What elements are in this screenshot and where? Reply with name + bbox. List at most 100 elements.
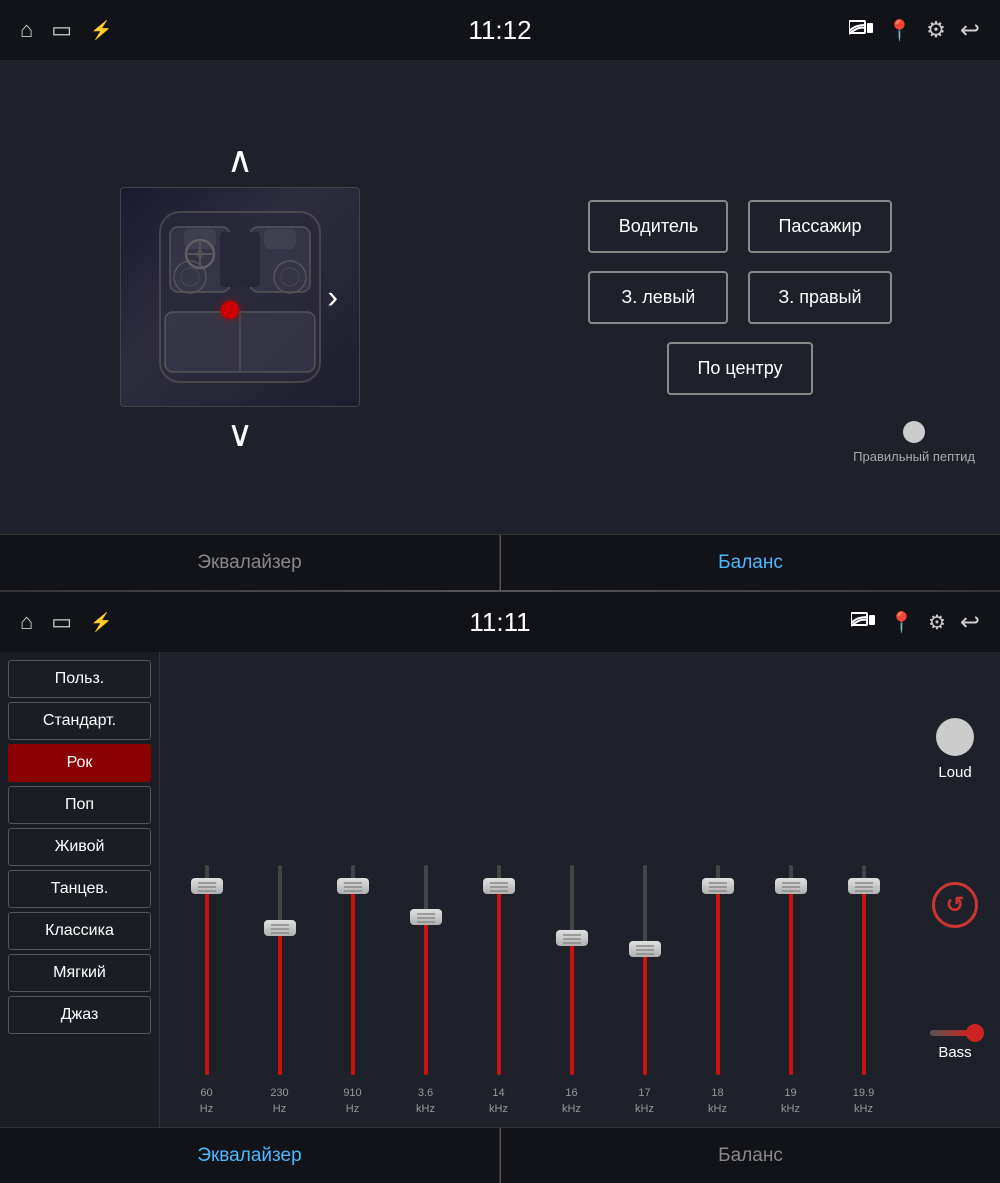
reset-button[interactable]: ↺ <box>932 882 978 928</box>
eq-label-8: 19kHz <box>771 1086 811 1117</box>
location-icon-bottom: 📍 <box>889 610 914 635</box>
preset-classic[interactable]: Классика <box>8 912 151 950</box>
cast-icon <box>849 17 873 43</box>
status-bar-bottom: ⌂ ▭ ⚡ 11:11 📍 ⚙ ↩ <box>0 592 1000 652</box>
screen-icon[interactable]: ▭ <box>51 17 72 43</box>
eq-label-5: 16kHz <box>552 1086 592 1117</box>
clock-bottom: 11:11 <box>469 607 530 638</box>
cast-icon-bottom <box>851 609 875 635</box>
eq-slider-wrap-3[interactable] <box>406 855 446 1075</box>
back-icon-bottom[interactable]: ↩ <box>960 608 980 637</box>
tab-equalizer-bottom[interactable]: Эквалайзер <box>0 1128 500 1183</box>
back-icon[interactable]: ↩ <box>960 16 980 45</box>
status-left-bottom: ⌂ ▭ ⚡ <box>20 609 113 635</box>
bass-thumb <box>966 1024 984 1042</box>
preset-rock[interactable]: Рок <box>8 744 151 782</box>
eq-labels: 60Hz 230Hz 910Hz 3.6kHz 14kHz 16kHz 17kHz 18kHz… <box>170 1080 900 1117</box>
eq-slider-wrap-8[interactable] <box>771 855 811 1075</box>
eq-content: Польз. Стандарт. Рок Поп Живой Танцев. Классик… <box>0 652 1000 1127</box>
info-dot <box>903 421 925 443</box>
eq-slider-wrap-7[interactable] <box>698 855 738 1075</box>
tab-bar-top: Эквалайзер Баланс <box>0 534 1000 590</box>
seats-svg <box>140 202 340 392</box>
eq-slider-wrap-9[interactable] <box>844 855 884 1075</box>
down-arrow[interactable]: ∨ <box>207 407 273 461</box>
preset-standard[interactable]: Стандарт. <box>8 702 151 740</box>
bluetooth-icon-bottom: ⚙ <box>928 610 946 635</box>
passenger-button[interactable]: Пассажир <box>748 200 891 253</box>
preset-pop[interactable]: Поп <box>8 786 151 824</box>
preset-soft[interactable]: Мягкий <box>8 954 151 992</box>
location-icon: 📍 <box>887 18 912 43</box>
preset-user[interactable]: Польз. <box>8 660 151 698</box>
eq-slider-wrap-5[interactable] <box>552 855 592 1075</box>
btn-row-2: З. левый З. правый <box>588 271 891 324</box>
eq-label-1: 230Hz <box>260 1086 300 1117</box>
eq-slider-wrap-2[interactable] <box>333 855 373 1075</box>
top-panel: ⌂ ▭ ⚡ 11:12 📍 ⚙ ↩ ∧ ‹ <box>0 0 1000 590</box>
center-button[interactable]: По центру <box>667 342 812 395</box>
slider-thumb-4[interactable] <box>483 878 515 894</box>
home-icon-bottom[interactable]: ⌂ <box>20 609 33 635</box>
tab-bar-bottom: Эквалайзер Баланс <box>0 1127 1000 1183</box>
slider-thumb-3[interactable] <box>410 909 442 925</box>
info-indicator: Правильный пептид <box>853 421 975 464</box>
eq-slider-wrap-1[interactable] <box>260 855 300 1075</box>
bluetooth-icon: ⚙ <box>926 17 946 43</box>
slider-thumb-1[interactable] <box>264 920 296 936</box>
eq-label-0: 60Hz <box>187 1086 227 1117</box>
bass-fill <box>930 1030 970 1036</box>
bottom-panel: ⌂ ▭ ⚡ 11:11 📍 ⚙ ↩ Польз. Стандарт. Рок Поп Ж… <box>0 592 1000 1183</box>
slider-thumb-6[interactable] <box>629 941 661 957</box>
eq-label-3: 3.6kHz <box>406 1086 446 1117</box>
eq-label-6: 17kHz <box>625 1086 665 1117</box>
btn-row-1: Водитель Пассажир <box>588 200 891 253</box>
rear-right-button[interactable]: З. правый <box>748 271 891 324</box>
preset-jazz[interactable]: Джаз <box>8 996 151 1034</box>
eq-label-9: 19.9kHz <box>844 1086 884 1117</box>
eq-sliders <box>170 672 900 1080</box>
bass-control: Bass <box>930 1030 980 1061</box>
bass-label: Bass <box>938 1044 971 1061</box>
eq-slider-wrap-6[interactable] <box>625 855 665 1075</box>
slider-thumb-5[interactable] <box>556 930 588 946</box>
home-icon[interactable]: ⌂ <box>20 17 33 43</box>
tab-balance-top[interactable]: Баланс <box>501 535 1000 590</box>
slider-thumb-8[interactable] <box>775 878 807 894</box>
status-right-icons: 📍 ⚙ ↩ <box>849 16 980 45</box>
loud-label: Loud <box>938 764 971 781</box>
bass-track <box>930 1030 980 1036</box>
eq-right-controls: Loud ↺ Bass <box>910 652 1000 1127</box>
status-right-bottom: 📍 ⚙ ↩ <box>851 608 980 637</box>
rear-left-button[interactable]: З. левый <box>588 271 728 324</box>
driver-button[interactable]: Водитель <box>588 200 728 253</box>
slider-thumb-0[interactable] <box>191 878 223 894</box>
eq-main: 60Hz 230Hz 910Hz 3.6kHz 14kHz 16kHz 17kHz 18kHz… <box>160 652 910 1127</box>
slider-thumb-2[interactable] <box>337 878 369 894</box>
up-arrow[interactable]: ∧ <box>207 133 273 187</box>
usb-icon-bottom[interactable]: ⚡ <box>90 612 112 633</box>
eq-label-2: 910Hz <box>333 1086 373 1117</box>
slider-thumb-7[interactable] <box>702 878 734 894</box>
eq-label-7: 18kHz <box>698 1086 738 1117</box>
eq-slider-wrap-0[interactable] <box>187 855 227 1075</box>
preset-dance[interactable]: Танцев. <box>8 870 151 908</box>
eq-slider-wrap-4[interactable] <box>479 855 519 1075</box>
right-arrow[interactable]: › <box>315 271 350 324</box>
tab-equalizer-top[interactable]: Эквалайзер <box>0 535 500 590</box>
loud-control: Loud <box>936 718 974 781</box>
info-text: Правильный пептид <box>853 449 975 464</box>
clock-top: 11:12 <box>468 15 531 46</box>
preset-live[interactable]: Живой <box>8 828 151 866</box>
eq-sidebar: Польз. Стандарт. Рок Поп Живой Танцев. Классик… <box>0 652 160 1127</box>
status-left-icons: ⌂ ▭ ⚡ <box>20 17 113 43</box>
eq-label-4: 14kHz <box>479 1086 519 1117</box>
seat-buttons-area: Водитель Пассажир З. левый З. правый По … <box>480 60 1000 534</box>
loud-button[interactable] <box>936 718 974 756</box>
usb-icon[interactable]: ⚡ <box>90 20 112 41</box>
speaker-area: ∧ ‹ <box>0 60 480 534</box>
bass-slider[interactable] <box>930 1030 980 1036</box>
slider-thumb-9[interactable] <box>848 878 880 894</box>
tab-balance-bottom[interactable]: Баланс <box>501 1128 1000 1183</box>
screen-icon-bottom[interactable]: ▭ <box>51 609 72 635</box>
